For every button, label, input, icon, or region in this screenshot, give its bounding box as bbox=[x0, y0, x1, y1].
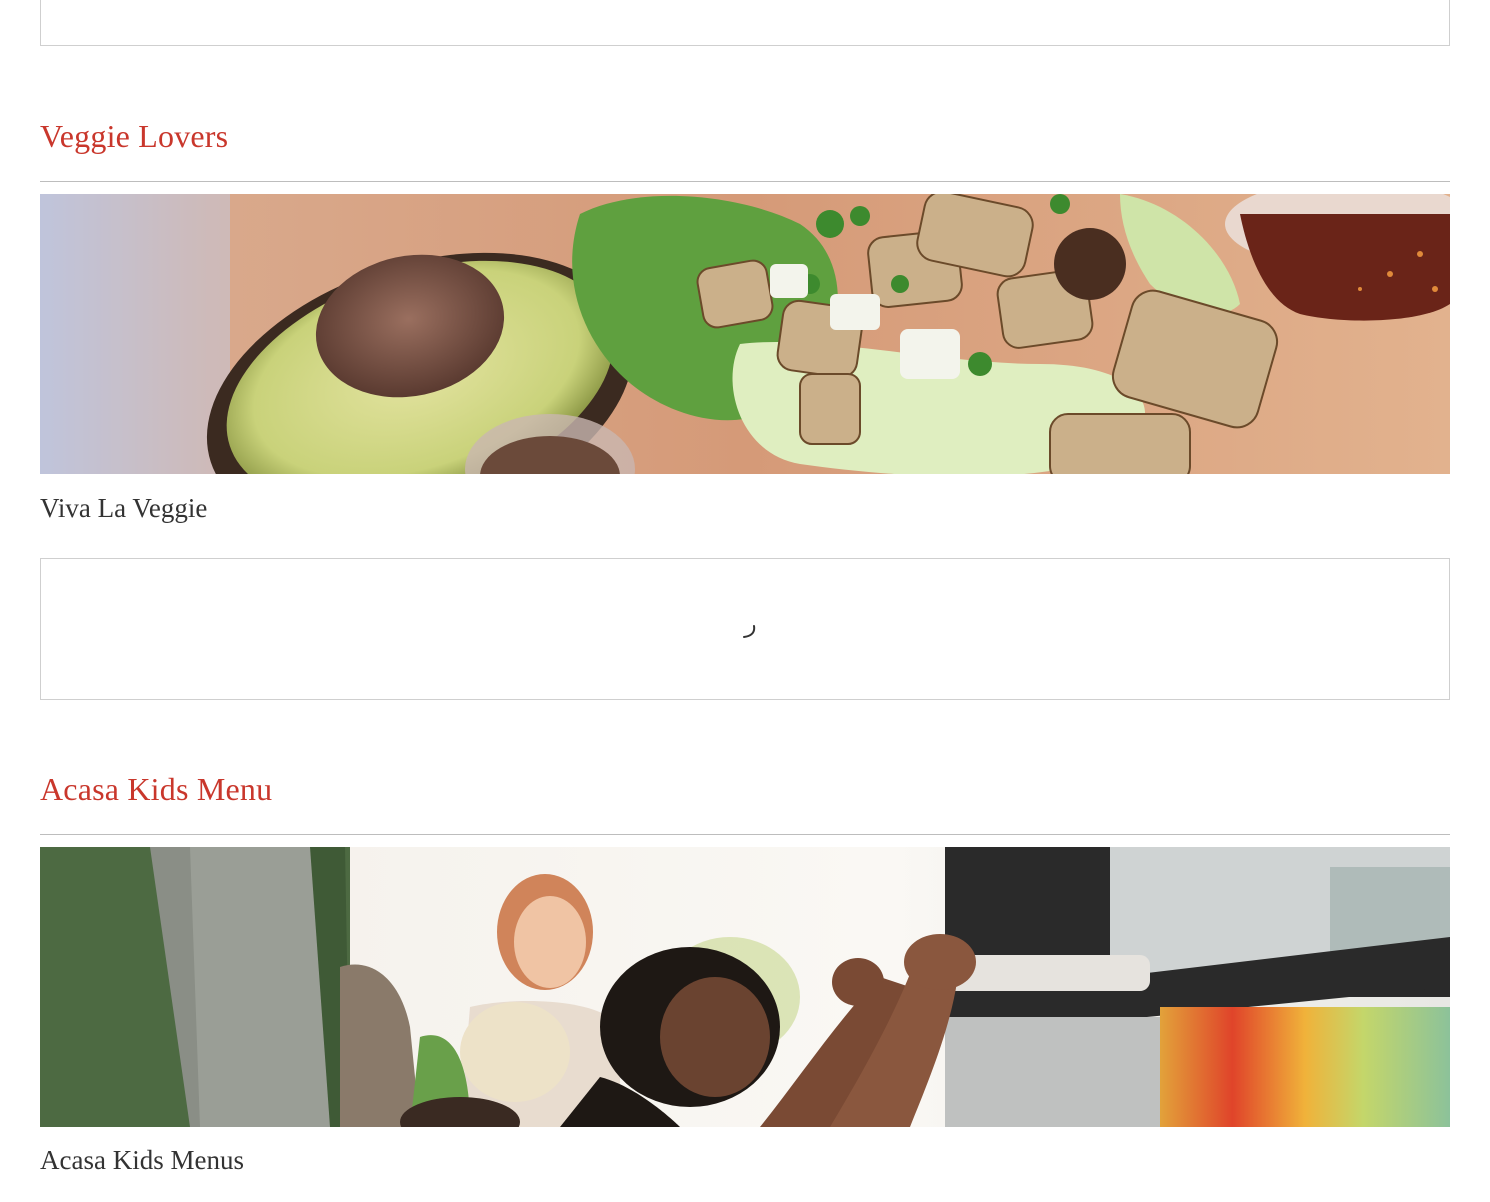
section-title-acasa-kids-menu: Acasa Kids Menu bbox=[40, 771, 273, 807]
section-divider bbox=[40, 181, 1450, 182]
kids-banner-image[interactable] bbox=[40, 847, 1450, 1127]
menu-page: Veggie Lovers Viva La Veggie Acasa Kids … bbox=[0, 0, 1490, 1202]
loading-spinner-icon bbox=[743, 625, 756, 638]
menu-item-viva-la-veggie[interactable]: Viva La Veggie bbox=[40, 491, 207, 525]
veggie-banner-image[interactable] bbox=[40, 194, 1450, 474]
menu-item-placeholder-box bbox=[40, 0, 1450, 46]
section-title-veggie-lovers: Veggie Lovers bbox=[40, 118, 229, 154]
section-divider bbox=[40, 834, 1450, 835]
menu-item-acasa-kids-menus[interactable]: Acasa Kids Menus bbox=[40, 1143, 244, 1177]
